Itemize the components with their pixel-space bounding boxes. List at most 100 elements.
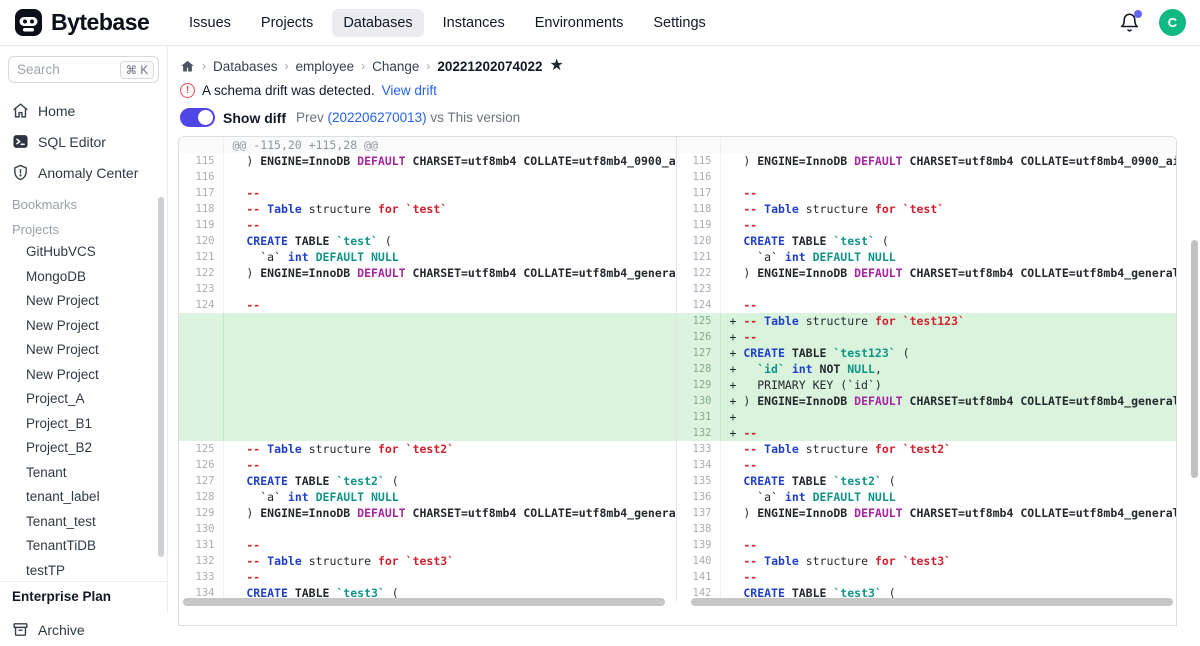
breadcrumb-item-employee[interactable]: employee [296, 59, 355, 74]
line-number-left: 126 [179, 457, 223, 473]
breadcrumb: › Databases › employee › Change › 202212… [168, 46, 1200, 74]
diff-row: 128+ `id` int NOT NULL, [179, 361, 1176, 377]
line-number-right: 135 [676, 473, 720, 489]
sidebar-item-home[interactable]: Home [8, 97, 159, 124]
breadcrumb-separator: › [426, 59, 430, 73]
bytebase-logo-icon [14, 8, 43, 37]
sidebar-item-sql-editor[interactable]: SQL Editor [8, 128, 159, 155]
diff-toolbar: Show diff Prev (202206270013) vs This ve… [168, 98, 1200, 127]
project-item[interactable]: Tenant_test [8, 510, 159, 533]
nav-item-environments[interactable]: Environments [524, 9, 635, 37]
nav-item-databases[interactable]: Databases [332, 9, 423, 37]
empty-gutter-left [179, 361, 223, 377]
main-nav: Issues Projects Databases Instances Environm… [178, 9, 717, 37]
brand[interactable]: Bytebase [0, 8, 168, 37]
nav-item-projects[interactable]: Projects [250, 9, 324, 37]
nav-item-instances[interactable]: Instances [432, 9, 516, 37]
shield-icon [12, 164, 29, 181]
project-item[interactable]: New Project [8, 338, 159, 361]
prev-version-link[interactable]: (202206270013) [328, 110, 427, 125]
code-line-right: -- [720, 569, 1176, 585]
sidebar-scrollbar[interactable] [158, 197, 164, 557]
diff-row: 128 `a` int DEFAULT NULL136 `a` int DEFA… [179, 489, 1176, 505]
line-number-left: 123 [179, 281, 223, 297]
code-line-left: CREATE TABLE `test2` ( [223, 473, 676, 489]
line-number-right: 124 [676, 297, 720, 313]
sidebar-item-archive[interactable]: Archive [8, 613, 159, 646]
diff-row: 130138 [179, 521, 1176, 537]
line-number-right: 136 [676, 489, 720, 505]
project-item[interactable]: testTP [8, 559, 159, 582]
nav-item-issues[interactable]: Issues [178, 9, 242, 37]
code-line-right: `a` int DEFAULT NULL [720, 489, 1176, 505]
project-item[interactable]: Project_A [8, 387, 159, 410]
sidebar-item-anomaly-center[interactable]: Anomaly Center [8, 159, 159, 186]
left-pane-hscrollbar[interactable] [183, 598, 665, 606]
empty-code-left [223, 345, 676, 361]
breadcrumb-separator: › [361, 59, 365, 73]
empty-code-left [223, 393, 676, 409]
nav-item-settings[interactable]: Settings [642, 9, 716, 37]
diff-row: 129+ PRIMARY KEY (`id`) [179, 377, 1176, 393]
line-number-left: 129 [179, 505, 223, 521]
diff-row: 125 -- Table structure for `test2`133 --… [179, 441, 1176, 457]
line-number-left: 125 [179, 441, 223, 457]
schema-diff-panel: @@ -115,20 +115,28 @@115 ) ENGINE=InnoDB… [178, 136, 1177, 626]
breadcrumb-home-icon[interactable] [180, 59, 195, 74]
diff-row: 125+ -- Table structure for `test123` [179, 313, 1176, 329]
sidebar-item-label: SQL Editor [38, 134, 106, 150]
diff-row: 120 CREATE TABLE `test` (120 CREATE TABL… [179, 233, 1176, 249]
main-content: › Databases › employee › Change › 202212… [168, 46, 1200, 613]
project-item[interactable]: New Project [8, 289, 159, 312]
diff-row: 116116 [179, 169, 1176, 185]
project-item[interactable]: GitHubVCS [8, 240, 159, 263]
project-item[interactable]: Tenant [8, 461, 159, 484]
line-number-right: 129 [676, 377, 720, 393]
code-line-left: -- Table structure for `test2` [223, 441, 676, 457]
code-line-right: -- Table structure for `test3` [720, 553, 1176, 569]
top-navbar: Bytebase Issues Projects Databases Instance… [0, 0, 1200, 46]
line-number-right: 131 [676, 409, 720, 425]
empty-code-left [223, 425, 676, 441]
added-code-line: + `id` int NOT NULL, [720, 361, 1176, 377]
diff-row: 126+ -- [179, 329, 1176, 345]
hunk-header-right [720, 137, 1176, 153]
star-icon[interactable]: ★ [550, 58, 564, 74]
avatar[interactable]: C [1159, 9, 1186, 36]
breadcrumb-item-databases[interactable]: Databases [213, 59, 278, 74]
project-item[interactable]: MongoDB [8, 265, 159, 288]
project-item[interactable]: Project_B2 [8, 436, 159, 459]
search-input[interactable]: Search ⌘ K [8, 56, 159, 83]
show-diff-toggle[interactable] [180, 108, 215, 127]
project-item[interactable]: Project_B1 [8, 412, 159, 435]
notifications-bell-icon[interactable] [1119, 12, 1141, 34]
line-number-left: 132 [179, 553, 223, 569]
code-line-left [223, 521, 676, 537]
line-number-left: 116 [179, 169, 223, 185]
breadcrumb-item-change[interactable]: Change [372, 59, 419, 74]
code-line-right [720, 281, 1176, 297]
code-line-left: `a` int DEFAULT NULL [223, 489, 676, 505]
code-line-right [720, 169, 1176, 185]
page-scrollbar[interactable] [1191, 240, 1198, 478]
right-pane-hscrollbar[interactable] [691, 598, 1173, 606]
line-number-right: 121 [676, 249, 720, 265]
project-item[interactable]: New Project [8, 363, 159, 386]
code-line-left: `a` int DEFAULT NULL [223, 249, 676, 265]
project-item[interactable]: New Project [8, 314, 159, 337]
bookmarks-section-label: Bookmarks [8, 190, 159, 215]
diff-row: @@ -115,20 +115,28 @@ [179, 137, 1176, 153]
line-number-left: 122 [179, 265, 223, 281]
line-number-left: 118 [179, 201, 223, 217]
line-number-right: 130 [676, 393, 720, 409]
added-code-line: + -- [720, 425, 1176, 441]
line-number-right: 132 [676, 425, 720, 441]
code-line-left: ) ENGINE=InnoDB DEFAULT CHARSET=utf8mb4 … [223, 265, 676, 281]
line-number-left: 131 [179, 537, 223, 553]
added-code-line: + -- [720, 329, 1176, 345]
project-item[interactable]: tenant_label [8, 485, 159, 508]
view-drift-link[interactable]: View drift [382, 83, 437, 98]
search-placeholder: Search [17, 62, 60, 77]
project-item[interactable]: TenantTiDB [8, 534, 159, 557]
code-line-right [720, 521, 1176, 537]
